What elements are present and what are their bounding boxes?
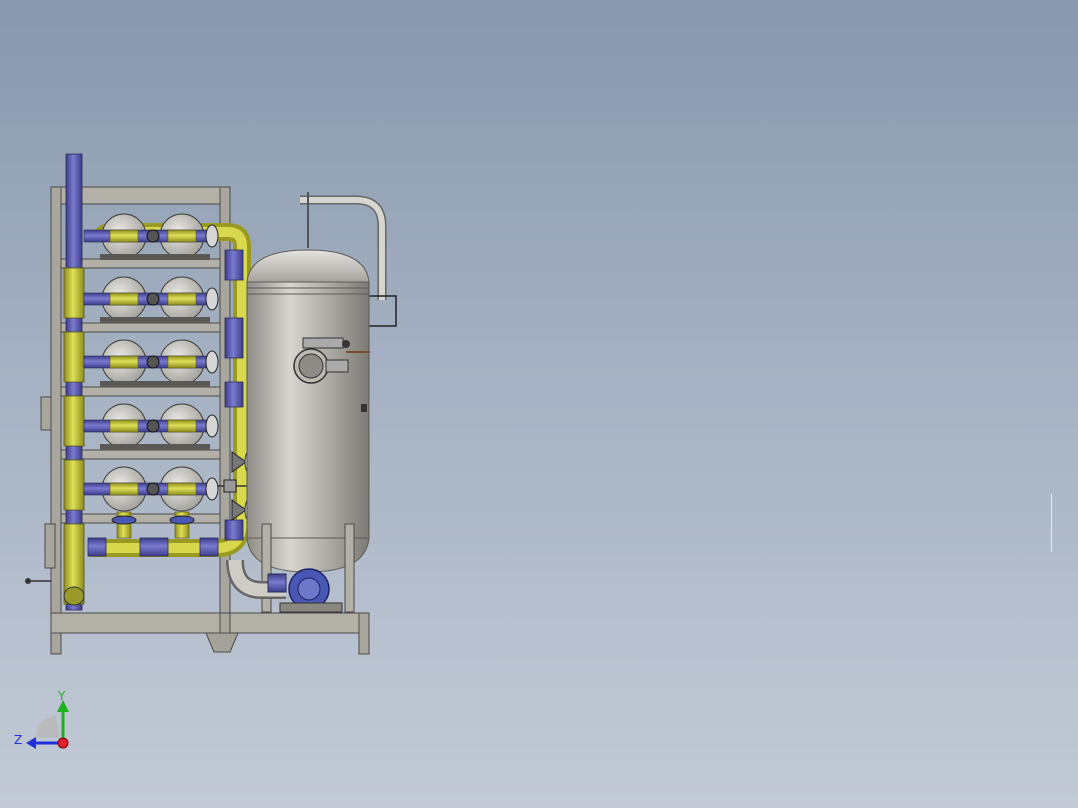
- housing-row-2[interactable]: [83, 276, 219, 323]
- housing-row-5[interactable]: [83, 466, 219, 539]
- housing-row-4[interactable]: [83, 403, 219, 450]
- triad-x-origin: [57, 737, 69, 749]
- orientation-triad: Y Z: [14, 689, 69, 749]
- housing-row-3[interactable]: [83, 339, 219, 387]
- triad-y-label: Y: [57, 689, 66, 703]
- left-manifold-pipes[interactable]: [63, 153, 85, 611]
- triad-z-arrow: [26, 737, 36, 749]
- triad-z-label: Z: [14, 733, 22, 747]
- viewport-edge-mark: [1051, 494, 1052, 552]
- housing-row-1[interactable]: [83, 213, 219, 260]
- graphics-viewport[interactable]: Y Z: [0, 0, 1078, 808]
- cad-model[interactable]: Y Z: [0, 0, 1078, 808]
- pressure-tank[interactable]: [226, 192, 397, 613]
